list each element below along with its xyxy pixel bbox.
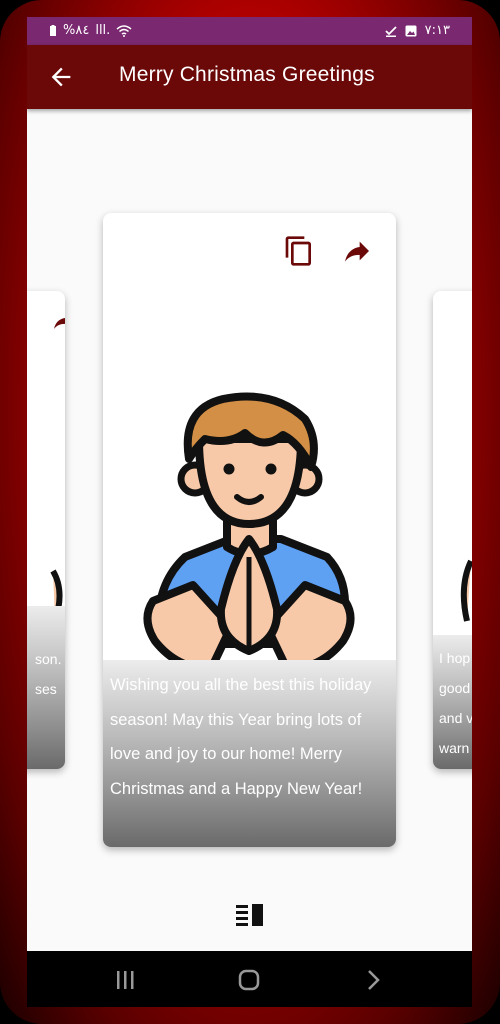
greeting-card-previous[interactable]: son. ses xyxy=(27,291,65,769)
illustration-fragment xyxy=(460,559,472,622)
recents-icon[interactable] xyxy=(114,969,136,991)
download-done-icon xyxy=(385,25,397,37)
signal-indicator: lll. xyxy=(95,23,111,38)
copy-button[interactable] xyxy=(283,235,315,267)
greeting-message[interactable]: Wishing you all the best this holiday se… xyxy=(110,668,388,806)
share-button[interactable] xyxy=(341,235,373,267)
greeting-card[interactable]: Wishing you all the best this holiday se… xyxy=(103,213,396,847)
card-text-line: warn xyxy=(439,740,470,756)
card-text-area: I hop good and v warn xyxy=(433,635,472,769)
clock: ٧:١٣ xyxy=(424,23,450,38)
card-text-line: I hop xyxy=(439,650,471,666)
view-toggle-icon xyxy=(236,904,263,926)
wifi-icon xyxy=(116,24,132,37)
card-text-line: and v xyxy=(439,710,472,726)
share-icon[interactable] xyxy=(51,309,65,333)
back-button[interactable] xyxy=(47,63,75,91)
card-text-area: son. ses xyxy=(27,606,65,769)
praying-man-illustration xyxy=(143,392,355,673)
nav-back-icon[interactable] xyxy=(362,969,384,991)
greeting-card-next[interactable]: I hop good and v warn xyxy=(433,291,472,769)
view-toggle-button[interactable] xyxy=(234,901,266,927)
arrow-back-icon xyxy=(51,67,71,87)
page-title: Merry Christmas Greetings xyxy=(119,63,375,86)
card-text-line: good xyxy=(439,680,471,696)
battery-icon xyxy=(50,24,56,36)
share-icon xyxy=(345,241,369,262)
card-text-area: Wishing you all the best this holiday se… xyxy=(103,660,396,847)
app-bar: Merry Christmas Greetings xyxy=(27,45,472,109)
home-icon[interactable] xyxy=(237,968,261,992)
copy-icon xyxy=(285,236,311,266)
card-text-line: ses xyxy=(35,681,57,697)
card-text-line: son. xyxy=(35,651,62,667)
status-bar: %٨٤ lll. ٧:١٣ xyxy=(27,17,472,45)
navigation-bar xyxy=(27,951,472,1007)
gallery-icon xyxy=(405,25,417,36)
screen: %٨٤ lll. ٧:١٣ Merry Christmas Greetings … xyxy=(27,17,472,1007)
battery-percent: %٨٤ xyxy=(63,23,90,38)
